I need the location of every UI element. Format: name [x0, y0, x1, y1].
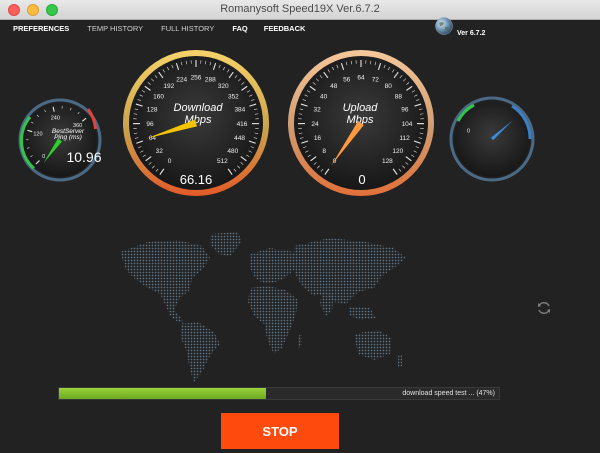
download-value: 66.16: [180, 172, 213, 187]
gauge-tick-label: 88: [395, 93, 403, 100]
download-label-1: Download: [174, 102, 224, 114]
gauge-tick-label: 512: [217, 158, 228, 165]
gauge-tick-label: 112: [399, 135, 410, 142]
gauge-tick-label: 0: [467, 128, 470, 134]
progress-bar: download speed test ... (47%): [58, 387, 500, 400]
gauge-tick-label: 240: [51, 115, 60, 121]
ping-gauge: 0120240360 BestServer Ping (ms) 10.96: [18, 98, 102, 182]
gauge-tick-label: 80: [385, 83, 393, 90]
gauge-tick-label: 120: [33, 131, 42, 137]
gauge-tick-label: 96: [146, 121, 154, 128]
gauge-tick-label: 224: [176, 77, 187, 84]
gauge-tick-label: 96: [401, 106, 409, 113]
gauge-tick-label: 32: [314, 106, 322, 113]
upload-gauge: 08162432404856 64 72808896104112120128 Upl…: [288, 50, 434, 196]
progress-fill: [59, 388, 266, 399]
upload-value: 0: [358, 172, 365, 187]
gauge-tick-label: 104: [402, 121, 413, 128]
gauge-tick-label: 416: [237, 121, 248, 128]
gauge-tick-label: 160: [153, 93, 164, 100]
download-gauge: 0326496128160192224 256 288320352384416448…: [123, 50, 269, 196]
gauge-tick-label: 320: [218, 83, 229, 90]
gauge-tick-label: 352: [228, 93, 239, 100]
gauge-tick-label: 128: [147, 106, 158, 113]
gauge-tick-label: 48: [330, 83, 338, 90]
refresh-icon[interactable]: [536, 300, 552, 316]
gauge-tick-label: 72: [372, 77, 380, 84]
gauge-tick-label: 0: [42, 154, 45, 160]
upload-label-1: Upload: [343, 102, 379, 114]
gauge-tick-label: 128: [382, 158, 393, 165]
gauge-tick-label: 56: [343, 77, 351, 84]
gauge-tick-label: 24: [311, 121, 319, 128]
gauge-tick-label: 256: [191, 74, 202, 81]
world-map: [120, 232, 406, 382]
gauge-tick-label: 384: [234, 106, 245, 113]
progress-status-text: download speed test ... (47%): [402, 390, 495, 397]
gauge-tick-label: 16: [314, 135, 322, 142]
gauge-tick-label: 480: [227, 148, 238, 155]
gauge-tick-label: 120: [392, 148, 403, 155]
gauge-tick-label: 192: [163, 83, 174, 90]
gauge-tick-label: 32: [156, 148, 164, 155]
gauge-tick-label: 0: [168, 158, 172, 165]
gauge-tick-label: 40: [320, 93, 328, 100]
gauge-tick-label: 8: [322, 148, 326, 155]
gauge-tick-label: 448: [234, 135, 245, 142]
gauges-panel: 0120240360 BestServer Ping (ms) 10.96 03…: [18, 50, 535, 196]
ping-value: 10.96: [66, 149, 101, 165]
stop-button[interactable]: STOP: [221, 413, 339, 449]
gauge-tick-label: 288: [205, 77, 216, 84]
gauge-tick-label: 64: [357, 74, 365, 81]
